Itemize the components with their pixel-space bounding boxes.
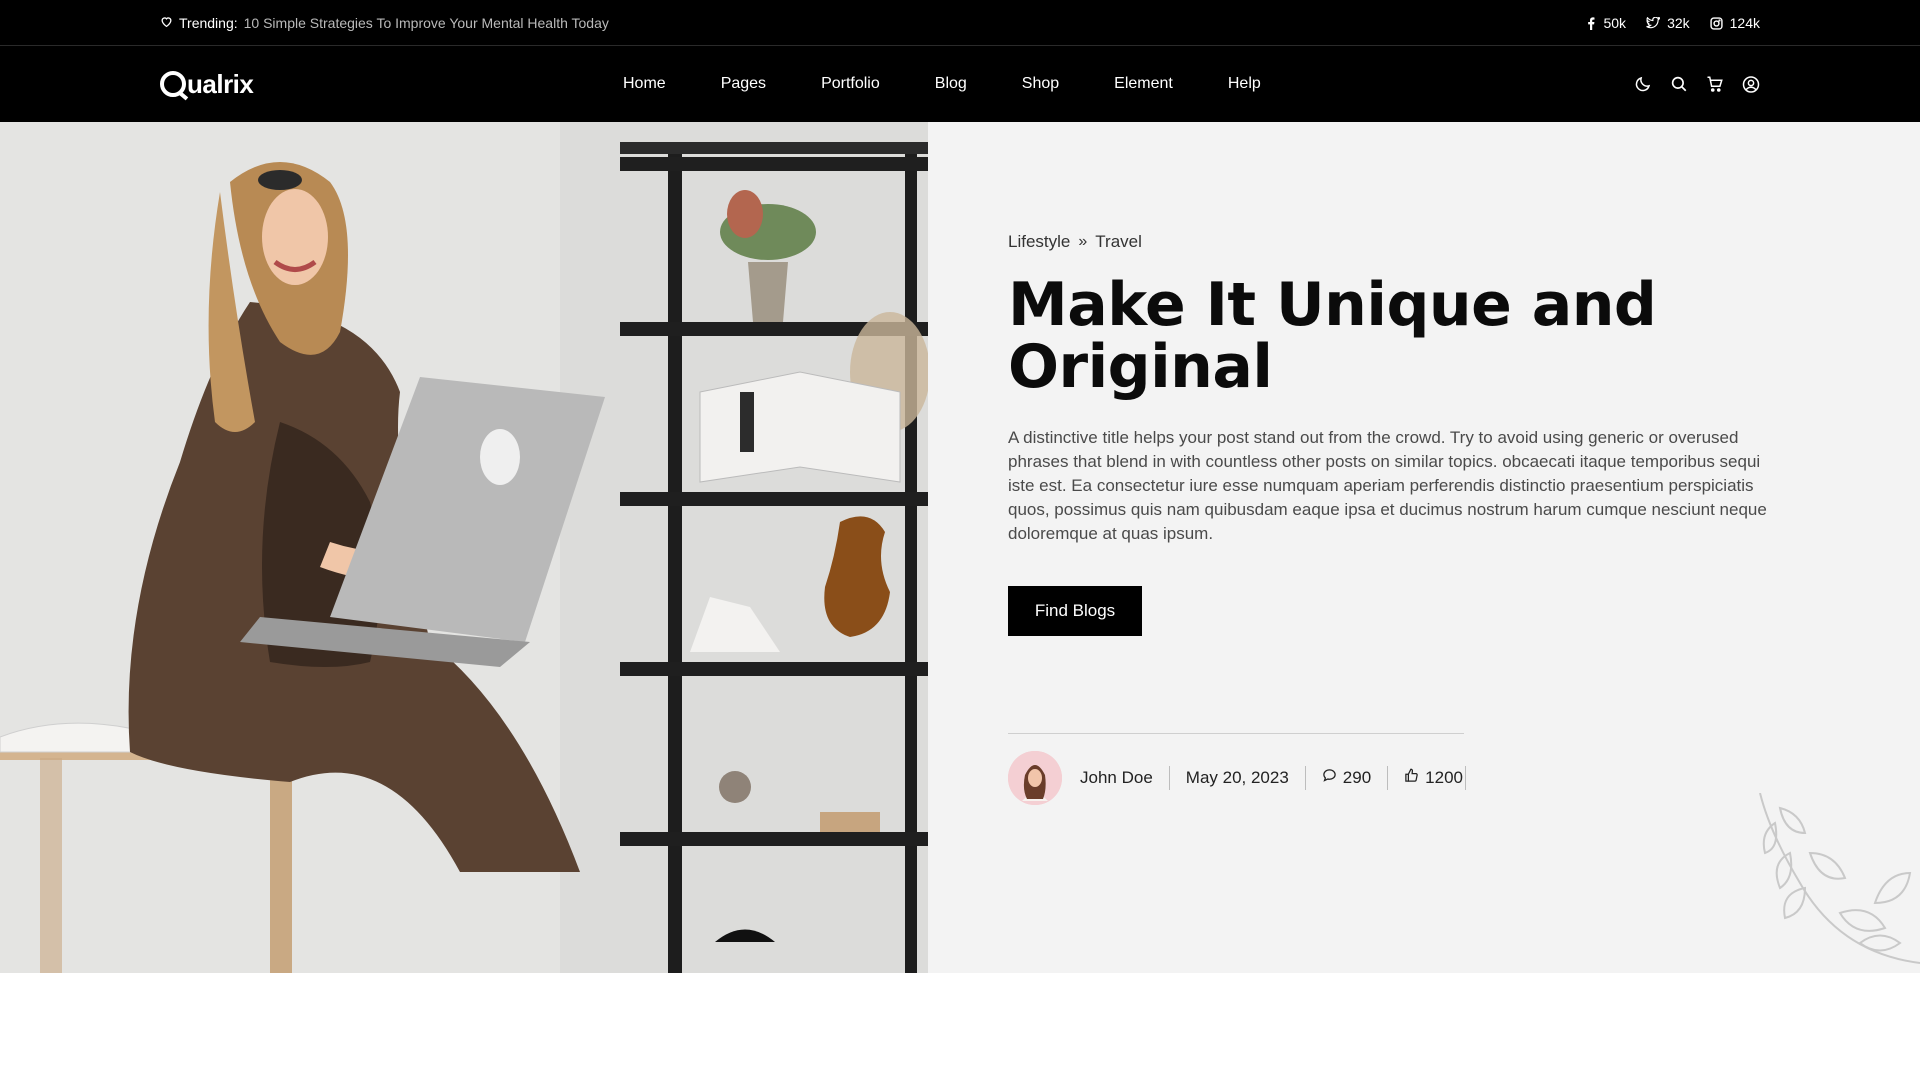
author-name: John Doe [1080,768,1153,787]
hero-description: A distinctive title helps your post stan… [1008,428,1767,543]
avatar [1008,751,1062,805]
cart-icon[interactable] [1706,75,1724,93]
heart-icon [160,15,173,31]
hero-section: Lifestyle » Travel Make It Unique and Or… [0,122,1920,973]
moon-icon[interactable] [1634,75,1652,93]
nav-shop[interactable]: Shop [1022,75,1059,93]
author[interactable]: John Doe [1008,751,1169,805]
facebook-count: 50k [1603,15,1627,31]
facebook-icon [1586,16,1596,30]
social-twitter[interactable]: 32k [1646,15,1690,31]
breadcrumb-travel[interactable]: Travel [1095,232,1142,252]
hero-photo [0,122,928,973]
nav-pages[interactable]: Pages [721,75,766,93]
find-blogs-button[interactable]: Find Blogs [1008,586,1142,636]
hero-title: Make It Unique and Original [1008,270,1657,402]
logo-text: ualrix [187,68,254,99]
header-actions [1634,46,1760,122]
hero-content: Lifestyle » Travel Make It Unique and Or… [1008,122,1788,973]
instagram-count: 124k [1729,15,1760,31]
logo-mark [160,71,186,97]
likes[interactable]: 1200 [1387,766,1466,790]
social-facebook[interactable]: 50k [1586,15,1626,31]
post-date-text: May 20, 2023 [1185,768,1289,787]
social-counts: 50k 32k 124k [1586,0,1760,46]
leaf-decoration-icon [1750,792,1920,973]
trending-headline[interactable]: 10 Simple Strategies To Improve Your Men… [244,15,609,31]
divider [1008,733,1464,734]
site-header: ualrix Home Pages Portfolio Blog Shop El… [0,46,1920,122]
main-nav: Home Pages Portfolio Blog Shop Element H… [623,46,1261,122]
comments[interactable]: 290 [1304,766,1387,790]
trending-label: Trending: [179,15,238,31]
double-chevron-right-icon: » [1078,233,1088,250]
nav-portfolio[interactable]: Portfolio [821,75,880,93]
twitter-icon [1646,17,1661,29]
twitter-count: 32k [1667,15,1690,31]
search-icon[interactable] [1670,75,1688,93]
nav-home[interactable]: Home [623,75,666,93]
trending: Trending: 10 Simple Strategies To Improv… [160,0,609,46]
post-meta: John Doe May 20, 2023 290 1200 [1008,750,1466,806]
instagram-icon [1710,16,1723,30]
breadcrumb: Lifestyle » Travel [1008,232,1142,252]
nav-blog[interactable]: Blog [935,75,967,93]
breadcrumb-lifestyle[interactable]: Lifestyle [1008,232,1070,252]
user-icon[interactable] [1742,75,1760,93]
trending-bar: Trending: 10 Simple Strategies To Improv… [0,0,1920,46]
thumbs-up-icon [1404,768,1419,788]
comments-count: 290 [1342,768,1372,787]
post-date: May 20, 2023 [1168,766,1305,790]
nav-help[interactable]: Help [1228,75,1261,93]
social-instagram[interactable]: 124k [1710,15,1760,31]
site-logo[interactable]: ualrix [160,64,254,104]
likes-count: 1200 [1425,768,1463,787]
comment-icon [1322,768,1337,788]
nav-element[interactable]: Element [1114,75,1173,93]
